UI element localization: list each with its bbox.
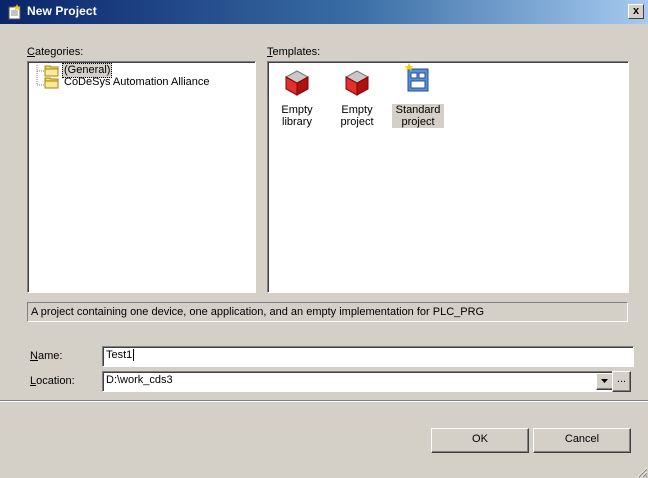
location-combobox[interactable]: D:\work_cds3 (102, 371, 616, 392)
chevron-down-icon (601, 379, 608, 383)
resize-grip-icon[interactable] (636, 466, 648, 478)
new-project-icon (8, 4, 21, 20)
separator-highlight (0, 401, 648, 402)
templates-list[interactable]: Empty library Empty project Standard projec… (267, 61, 629, 293)
location-value: D:\work_cds3 (106, 374, 173, 386)
template-empty-library[interactable]: Empty library (274, 67, 320, 128)
ok-button[interactable]: OK (431, 428, 529, 453)
templates-label: Templates: (267, 46, 321, 58)
folder-icon (44, 77, 59, 89)
categories-tree[interactable]: (General) CoDeSys Automation Alliance (27, 61, 256, 293)
title-bar: New Project x (0, 0, 648, 24)
template-label: Empty project (340, 104, 374, 128)
name-label: Name: (30, 350, 63, 362)
template-label: Empty library (281, 104, 313, 128)
location-label: Location: (30, 375, 75, 387)
text-caret (133, 349, 135, 362)
tree-item-label: CoDeSys Automation Alliance (64, 76, 210, 88)
red-cube-icon (284, 70, 310, 96)
standard-project-icon (404, 63, 429, 92)
close-button[interactable]: x (628, 4, 644, 19)
window-title: New Project (27, 4, 97, 18)
template-empty-project[interactable]: Empty project (334, 67, 380, 128)
categories-label: Categories: (27, 46, 84, 58)
cancel-button[interactable]: Cancel (533, 428, 631, 453)
template-label: Standard project (392, 104, 444, 128)
template-standard-project[interactable]: Standard project (392, 63, 444, 128)
red-cube-icon (344, 70, 370, 96)
close-icon: x (632, 5, 640, 17)
browse-button[interactable]: ... (612, 371, 631, 392)
name-input[interactable]: Test1 (102, 346, 634, 367)
template-description: A project containing one device, one app… (27, 302, 628, 322)
